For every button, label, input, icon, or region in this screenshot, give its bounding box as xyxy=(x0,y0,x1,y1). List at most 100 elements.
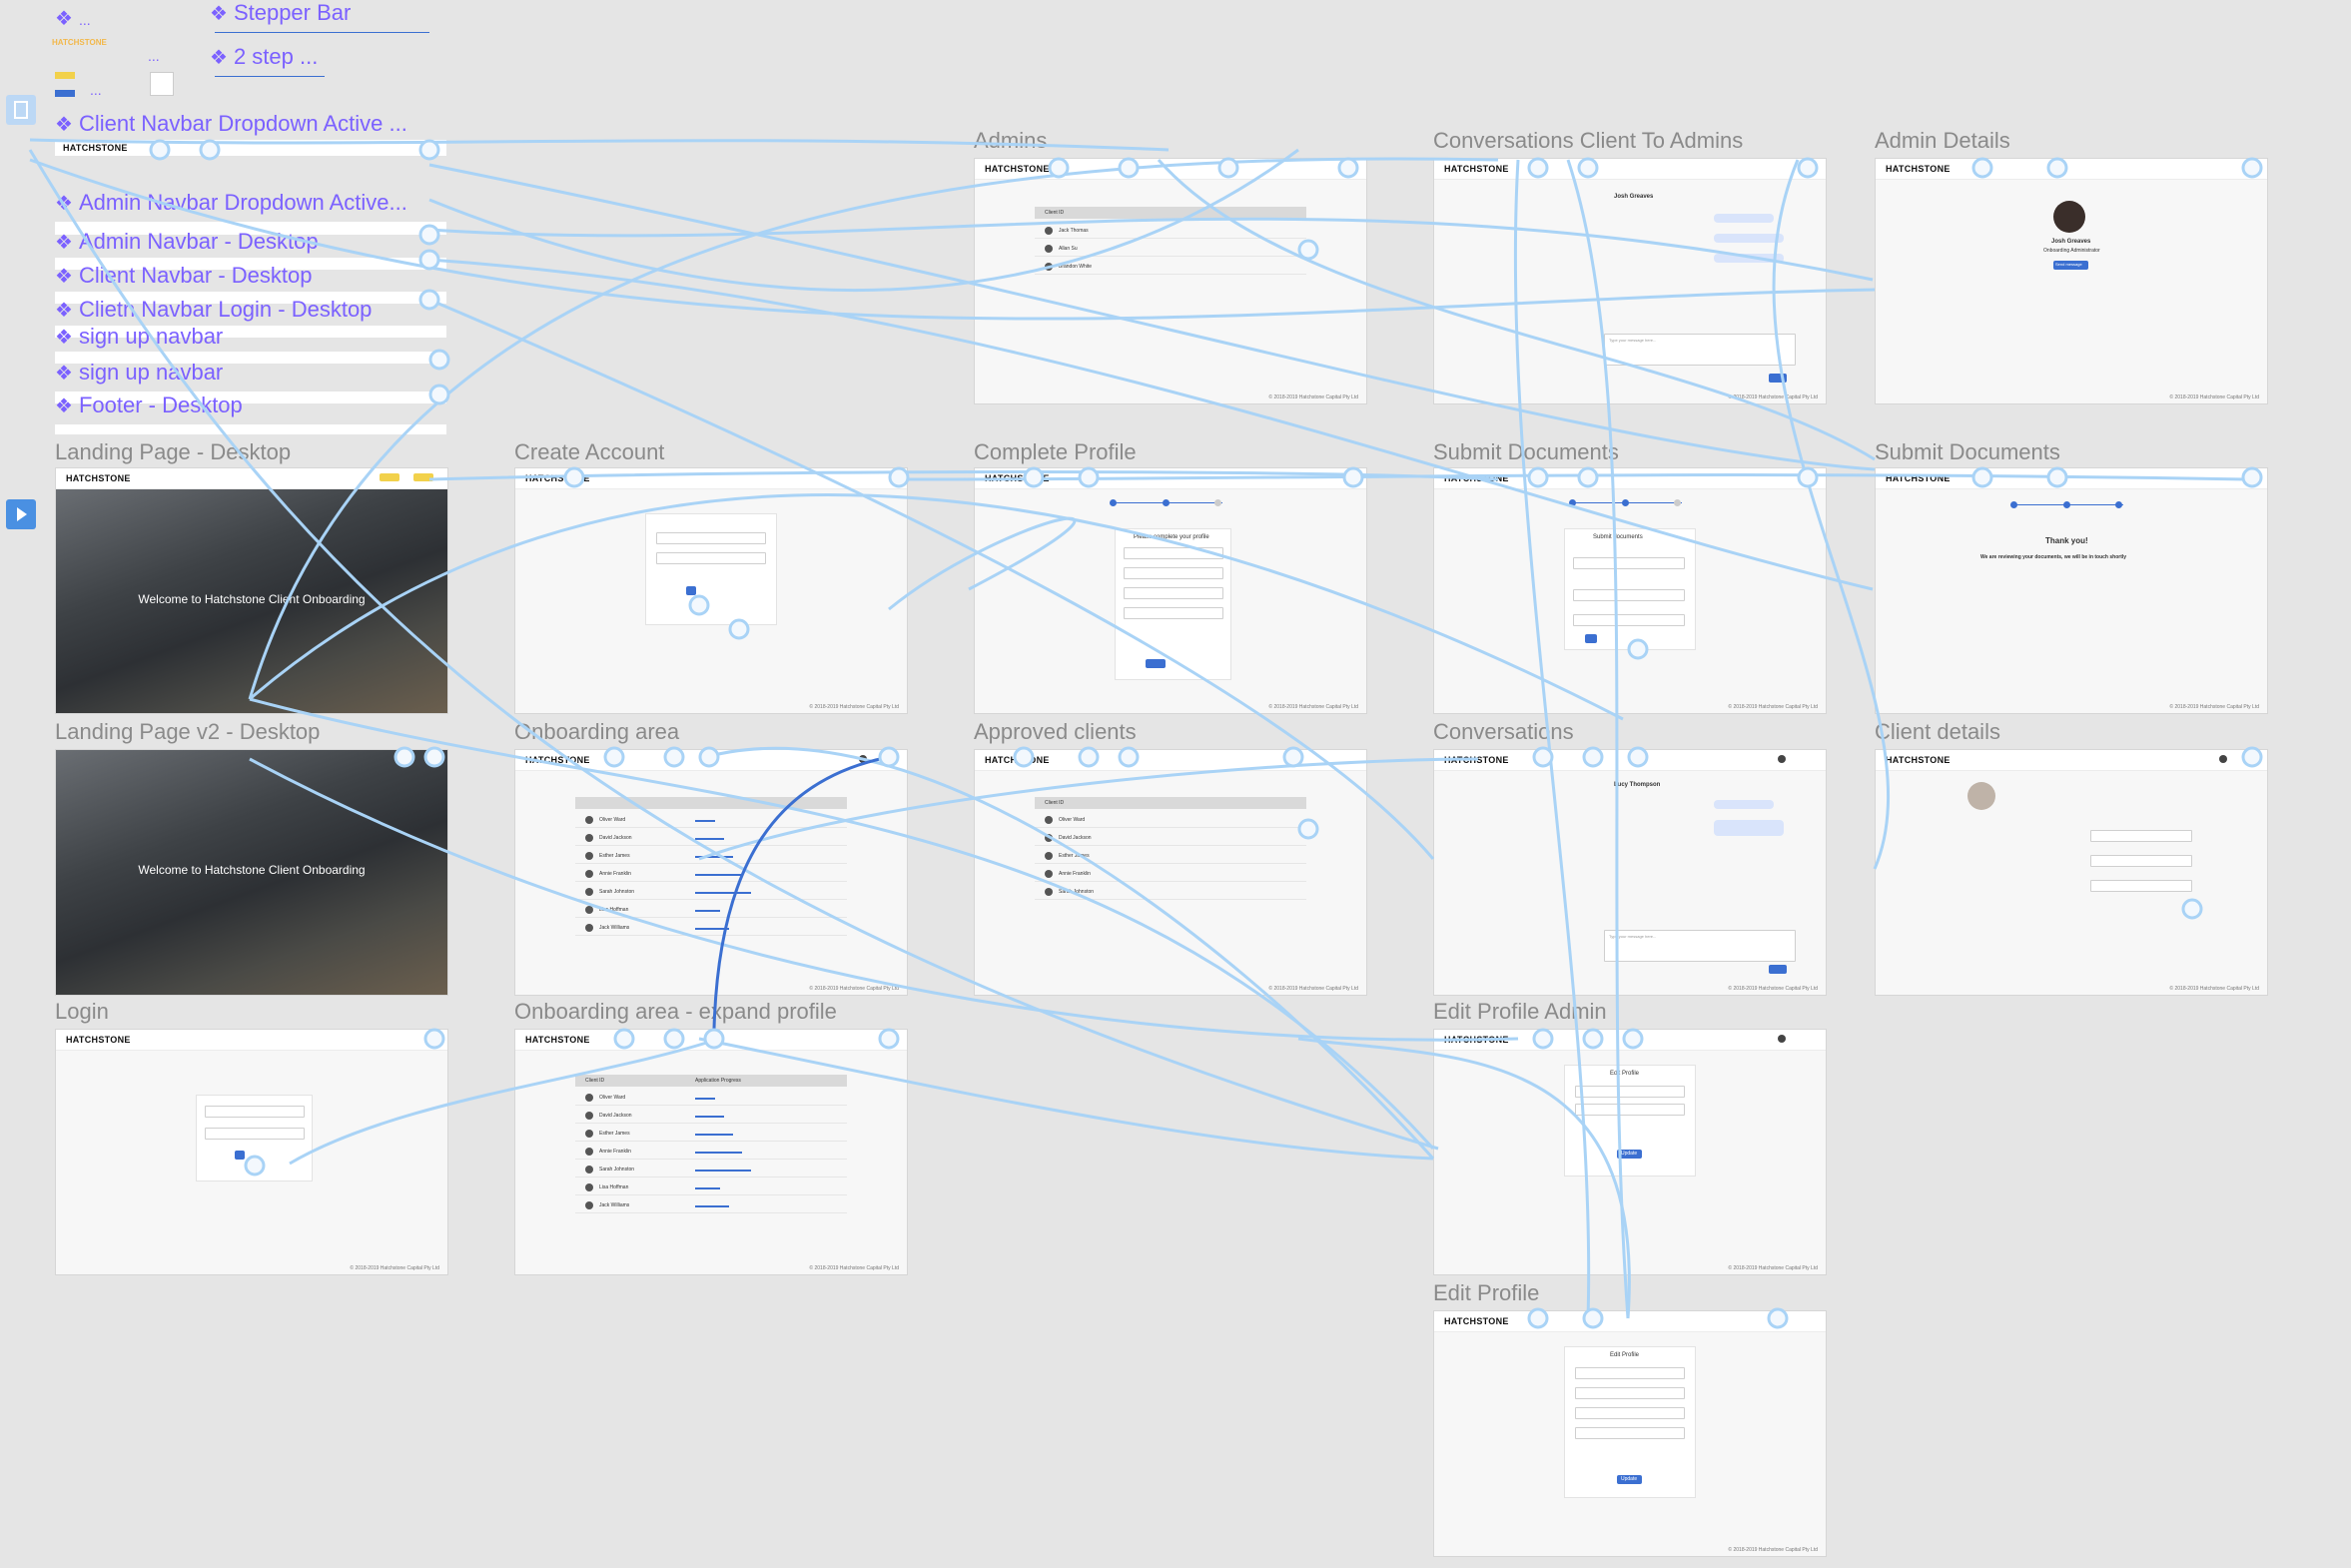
name-field[interactable] xyxy=(656,532,766,544)
frame-admins[interactable]: HATCHSTONE Client ID Jack Thomas Allan Su… xyxy=(974,158,1367,404)
table-row[interactable]: Brandon White xyxy=(1035,259,1306,275)
table-row[interactable]: Esther James xyxy=(575,1126,847,1142)
table-row[interactable]: Jack Williams xyxy=(575,920,847,936)
signup-button[interactable] xyxy=(380,473,399,481)
frame-flow-button[interactable] xyxy=(6,95,36,125)
component-stepper-bar[interactable]: ❖ Stepper Bar xyxy=(210,0,351,26)
frame-client-details[interactable]: HATCHSTONE © 2018-2019 Hatchstone Capita… xyxy=(1875,749,2268,996)
table-row[interactable]: Lisa Hoffman xyxy=(575,902,847,918)
component-ellipsis-top[interactable]: ❖... xyxy=(55,6,91,31)
frame-login[interactable]: HATCHSTONE © 2018-2019 Hatchstone Capita… xyxy=(55,1029,448,1275)
progress-bar xyxy=(695,892,751,894)
first-name-field[interactable] xyxy=(1575,1086,1685,1098)
frame-submit-docs-2[interactable]: HATCHSTONE Thank you! We are reviewing y… xyxy=(1875,467,2268,714)
login-button[interactable] xyxy=(413,473,433,481)
submit-documents-button[interactable] xyxy=(1585,634,1597,643)
email-field[interactable] xyxy=(656,552,766,564)
user-avatar[interactable] xyxy=(1778,1035,1786,1043)
profile-field-4[interactable] xyxy=(1124,607,1223,619)
admin-avatar xyxy=(2053,201,2085,233)
profile-field-3[interactable] xyxy=(1575,1407,1685,1419)
frame-onboarding-expand[interactable]: HATCHSTONE Client ID Application Progres… xyxy=(514,1029,908,1275)
table-row[interactable]: David Jackson xyxy=(575,1108,847,1124)
frame-landing[interactable]: HATCHSTONE Welcome to Hatchstone Client … xyxy=(55,467,448,714)
edit-profile-card: Edit Profile Update xyxy=(1564,1346,1696,1498)
frame-edit-profile[interactable]: HATCHSTONE Edit Profile Update © 2018-20… xyxy=(1433,1310,1827,1557)
frame-conv-client-admins[interactable]: HATCHSTONE Josh Greaves Type your messag… xyxy=(1433,158,1827,404)
create-account-button[interactable] xyxy=(686,586,696,595)
component-ellipsis-mid[interactable]: ... xyxy=(148,48,160,64)
navbar: HATCHSTONE xyxy=(1434,750,1826,771)
component-client-navbar-desktop[interactable]: ❖ Client Navbar - Desktop xyxy=(55,263,312,289)
frame-edit-profile-admin[interactable]: HATCHSTONE Edit Profile Update © 2018-20… xyxy=(1433,1029,1827,1275)
frame-create-account[interactable]: HATCHSTONE © 2018-2019 Hatchstone Capita… xyxy=(514,467,908,714)
table-row[interactable]: Sarah Johnston xyxy=(1035,884,1306,900)
table-row[interactable]: Lisa Hoffman xyxy=(575,1179,847,1195)
table-row[interactable]: Sarah Johnston xyxy=(575,1162,847,1177)
table-row[interactable]: Esther James xyxy=(575,848,847,864)
send-button[interactable] xyxy=(1769,374,1787,383)
update-button[interactable]: Update xyxy=(1617,1475,1642,1484)
message-input[interactable]: Type your message here... xyxy=(1604,930,1796,962)
component-admin-navbar-desktop[interactable]: ❖ Admin Navbar - Desktop xyxy=(55,229,319,255)
profile-field-1[interactable] xyxy=(1124,547,1223,559)
component-signup-navbar-1[interactable]: ❖ sign up navbar xyxy=(55,324,223,350)
frame-submit-docs-1[interactable]: HATCHSTONE Submit documents © 2018-2019 … xyxy=(1433,467,1827,714)
frame-landing-v2[interactable]: HATCHSTONE Welcome to Hatchstone Client … xyxy=(55,749,448,996)
detail-select-2[interactable] xyxy=(2090,855,2192,867)
message-input[interactable]: Type your message here... xyxy=(1604,334,1796,366)
user-avatar[interactable] xyxy=(859,755,867,763)
profile-field-3[interactable] xyxy=(1124,587,1223,599)
frame-complete-profile[interactable]: HATCHSTONE Please complete your profile … xyxy=(974,467,1367,714)
table-row[interactable]: Annie Franklin xyxy=(575,1144,847,1160)
user-avatar[interactable] xyxy=(1778,755,1786,763)
frame-onboarding[interactable]: HATCHSTONE Oliver Ward David Jackson Esthe… xyxy=(514,749,908,996)
document-select[interactable] xyxy=(1573,557,1685,569)
detail-select-3[interactable] xyxy=(2090,880,2192,892)
prototype-canvas[interactable]: ❖... HATCHSTONE ... ... ❖ Stepper Bar ❖ 2 … xyxy=(0,0,2351,1568)
component-admin-navbar-dropdown[interactable]: ❖ Admin Navbar Dropdown Active... xyxy=(55,190,407,216)
profile-field-4[interactable] xyxy=(1575,1427,1685,1439)
document-upload-2[interactable] xyxy=(1573,614,1685,626)
table-row[interactable]: Oliver Ward xyxy=(575,1090,847,1106)
component-client-navbar-login[interactable]: ❖ Clietn Navbar Login - Desktop xyxy=(55,297,372,323)
component-signup-navbar-2[interactable]: ❖ sign up navbar xyxy=(55,360,223,386)
navbar: HATCHSTONE xyxy=(975,468,1366,489)
component-ellipsis-small[interactable]: ... xyxy=(90,82,102,98)
table-row[interactable]: Annie Franklin xyxy=(1035,866,1306,882)
login-submit[interactable] xyxy=(235,1151,245,1160)
table-row[interactable]: Jack Williams xyxy=(575,1197,847,1213)
document-upload-1[interactable] xyxy=(1573,589,1685,601)
password-field[interactable] xyxy=(205,1128,305,1140)
table-row[interactable]: Jack Thomas xyxy=(1035,223,1306,239)
frame-conversations[interactable]: HATCHSTONE Lucy Thompson Type your messa… xyxy=(1433,749,1827,996)
user-avatar[interactable] xyxy=(2219,755,2227,763)
email-field[interactable] xyxy=(205,1106,305,1118)
component-two-step[interactable]: ❖ 2 step ... xyxy=(210,44,318,70)
update-button[interactable]: Update xyxy=(1617,1150,1642,1159)
detail-select-1[interactable] xyxy=(2090,830,2192,842)
frame-label-conv-client-admins: Conversations Client To Admins xyxy=(1433,128,1744,153)
table-row[interactable]: Sarah Johnston xyxy=(575,884,847,900)
table-row[interactable]: David Jackson xyxy=(575,830,847,846)
frame-approved[interactable]: HATCHSTONE Client ID Oliver Ward David Ja… xyxy=(974,749,1367,996)
table-row[interactable]: Annie Franklin xyxy=(575,866,847,882)
table-row[interactable]: Oliver Ward xyxy=(1035,812,1306,828)
table-row[interactable]: Allan Su xyxy=(1035,241,1306,257)
component-footer-desktop[interactable]: ❖ Footer - Desktop xyxy=(55,392,243,418)
table-row[interactable]: Esther James xyxy=(1035,848,1306,864)
last-name-field[interactable] xyxy=(1575,1104,1685,1116)
hero-image: Welcome to Hatchstone Client Onboarding xyxy=(56,489,447,713)
save-profile-button[interactable] xyxy=(1146,659,1166,668)
avatar xyxy=(585,1094,593,1102)
send-button[interactable] xyxy=(1769,965,1787,974)
table-row[interactable]: Oliver Ward xyxy=(575,812,847,828)
profile-field-1[interactable] xyxy=(1575,1367,1685,1379)
profile-field-2[interactable] xyxy=(1124,567,1223,579)
play-prototype-button[interactable] xyxy=(6,499,36,529)
component-client-navbar-dropdown[interactable]: ❖ Client Navbar Dropdown Active ... xyxy=(55,111,407,137)
send-message-button[interactable]: Send message xyxy=(2053,261,2088,270)
table-row[interactable]: David Jackson xyxy=(1035,830,1306,846)
profile-field-2[interactable] xyxy=(1575,1387,1685,1399)
frame-admin-details[interactable]: HATCHSTONE Josh Greaves Onboarding Admin… xyxy=(1875,158,2268,404)
